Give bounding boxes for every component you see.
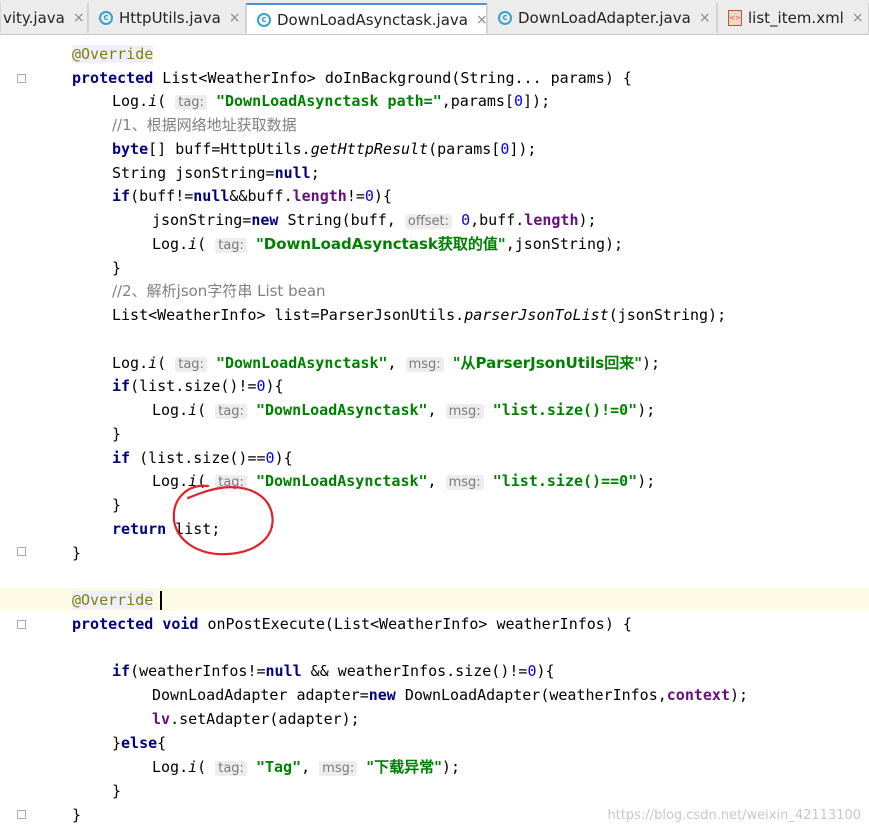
code-line: if (list.size()==0){: [112, 449, 293, 467]
param-hint: msg:: [445, 475, 484, 490]
code-line: protected List<WeatherInfo> doInBackgrou…: [72, 69, 632, 87]
fold-marker-icon[interactable]: [17, 547, 26, 556]
tab-downloadasynctask-java[interactable]: c DownLoadAsynctask.java ×: [246, 3, 487, 34]
code-line: if(buff!=null&&buff.length!=0){: [112, 187, 392, 205]
fold-marker-icon[interactable]: [17, 74, 26, 83]
code-line: jsonString=new String(buff, offset: 0,bu…: [152, 211, 597, 229]
code-line: Log.i( tag: "DownLoadAsynctask", msg: "l…: [152, 401, 656, 419]
code-line: byte[] buff=HttpUtils.getHttpResult(para…: [112, 140, 537, 158]
param-hint: tag:: [175, 95, 207, 110]
class-icon: c: [99, 11, 113, 25]
close-icon[interactable]: ×: [699, 10, 711, 26]
editor-tab-bar: vity.java × c HttpUtils.java × c DownLoa…: [0, 0, 869, 35]
code-line: protected void onPostExecute(List<Weathe…: [72, 615, 632, 633]
xml-file-icon: <>: [728, 10, 742, 26]
code-line: Log.i( tag: "DownLoadAsynctask获取的值",json…: [152, 235, 624, 253]
param-hint: tag:: [215, 404, 247, 419]
close-icon[interactable]: ×: [229, 10, 241, 26]
code-line: @Override: [72, 591, 154, 609]
tab-vity-java[interactable]: vity.java ×: [0, 3, 88, 33]
code-line: }: [72, 806, 82, 824]
param-hint: tag:: [215, 238, 247, 253]
param-hint: msg:: [319, 761, 358, 776]
fold-marker-icon[interactable]: [17, 810, 26, 819]
fold-marker-icon[interactable]: [17, 620, 26, 629]
class-icon: c: [498, 11, 512, 25]
annotation-stroke: [172, 484, 274, 556]
code-line: }: [72, 544, 82, 562]
code-line: }: [112, 496, 122, 514]
code-line: List<WeatherInfo> list=ParserJsonUtils.p…: [112, 306, 727, 324]
code-line: @Override: [72, 45, 154, 63]
code-line: }: [112, 782, 122, 800]
code-line: Log.i( tag: "DownLoadAsynctask", msg: "从…: [112, 354, 661, 372]
code-line: String jsonString=null;: [112, 164, 320, 182]
tab-httputils-java[interactable]: c HttpUtils.java ×: [88, 3, 246, 33]
param-hint: offset:: [404, 214, 453, 229]
code-line: Log.i( tag: "DownLoadAsynctask path=",pa…: [112, 92, 551, 110]
editor-gutter[interactable]: [0, 35, 32, 833]
class-icon: c: [257, 12, 271, 27]
close-icon[interactable]: ×: [73, 10, 85, 26]
code-line: DownLoadAdapter adapter=new DownLoadAdap…: [152, 686, 749, 704]
text-caret: [160, 591, 162, 610]
watermark: https://blog.csdn.net/weixin_42113100: [607, 808, 861, 823]
close-icon[interactable]: ×: [476, 12, 486, 28]
code-line: }else{: [112, 734, 167, 752]
code-comment: //1、根据网络地址获取数据: [112, 116, 297, 134]
tab-label: list_item.xml: [748, 9, 844, 27]
code-comment: //2、解析json字符串 List bean: [112, 282, 326, 300]
code-line: }: [112, 425, 122, 443]
param-hint: msg:: [445, 404, 484, 419]
param-hint: msg:: [405, 357, 444, 372]
tab-label: HttpUtils.java: [119, 9, 221, 27]
tab-downloadadapter-java[interactable]: c DownLoadAdapter.java ×: [487, 3, 717, 33]
tab-label: vity.java: [3, 9, 65, 27]
code-line: if(list.size()!=0){: [112, 377, 284, 395]
code-line: }: [112, 259, 122, 277]
param-hint: tag:: [175, 357, 207, 372]
tab-list-item-xml[interactable]: <> list_item.xml ×: [717, 3, 869, 33]
code-line: Log.i( tag: "Tag", msg: "下载异常");: [152, 758, 460, 776]
code-line: lv.setAdapter(adapter);: [152, 710, 360, 728]
tab-label: DownLoadAdapter.java: [518, 9, 691, 27]
code-line: if(weatherInfos!=null && weatherInfos.si…: [112, 662, 555, 680]
param-hint: tag:: [215, 761, 247, 776]
close-icon[interactable]: ×: [852, 10, 864, 26]
tab-label: DownLoadAsynctask.java: [277, 10, 468, 29]
annotation-circle: [172, 484, 274, 556]
